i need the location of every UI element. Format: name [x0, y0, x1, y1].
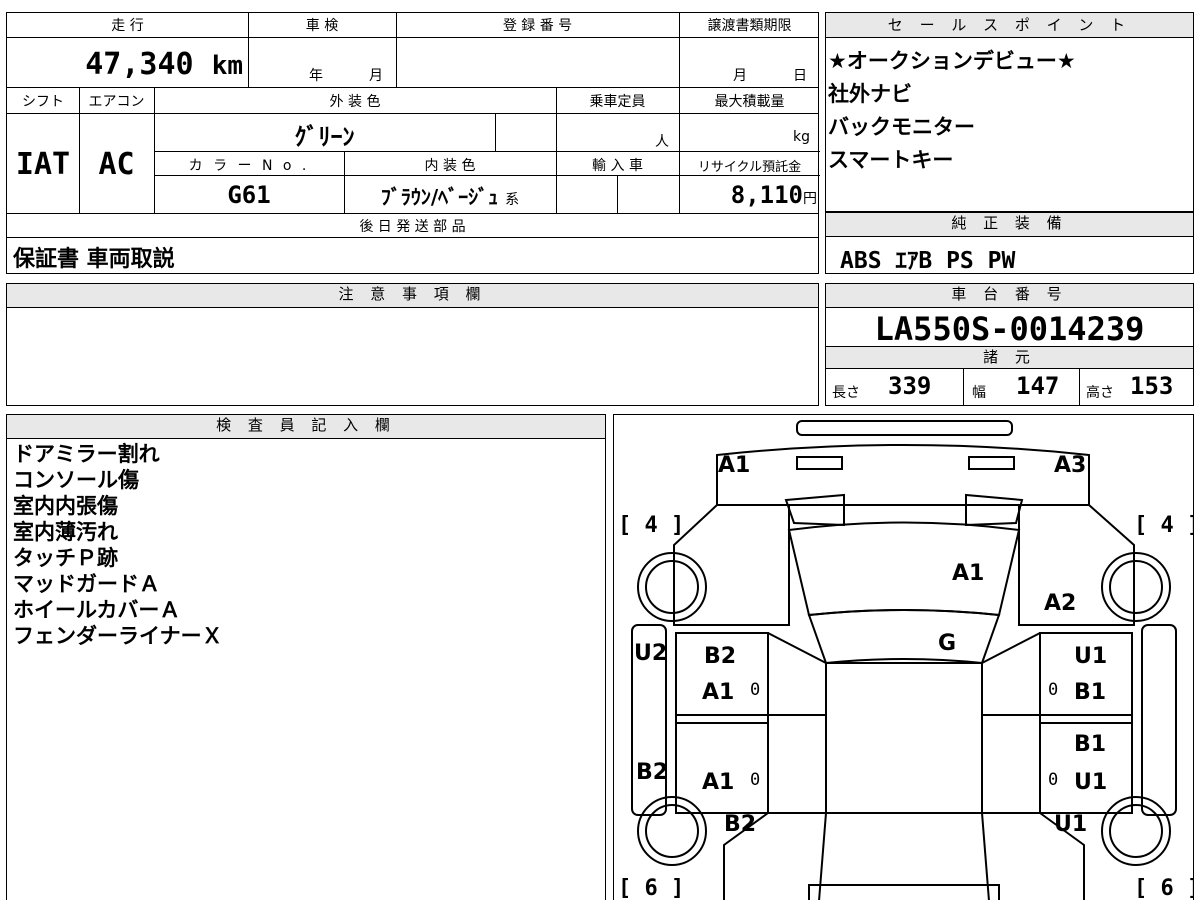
shaken-month: 月: [369, 68, 383, 84]
import-label: 輸 入 車: [592, 158, 643, 174]
recycle-fee-label: リサイクル預託金: [697, 160, 802, 175]
tire-front-right: [ 4 ]: [1134, 513, 1194, 538]
interior-color-label: 内 装 色: [424, 158, 476, 174]
door-mark-left-front: 0: [750, 680, 760, 700]
load-unit: kg: [793, 129, 810, 145]
inspector-header: 検 査 員 記 入 欄: [7, 415, 605, 439]
sales-point-list: ★オークションデビュー★ 社外ナビバックモニター スマートキー: [828, 45, 1076, 177]
color-number-label: カ ラ ー N o .: [188, 158, 310, 174]
height-label: 高さ: [1086, 385, 1114, 401]
sales-point-item: スマートキー: [828, 148, 954, 172]
mark-b1-right-rear-door: B1: [1074, 732, 1106, 757]
mark-a1-front-left: A1: [718, 453, 750, 478]
chassis-number: LA550S-0014239: [874, 310, 1145, 348]
mark-a3-front-right: A3: [1054, 453, 1086, 478]
sales-point-item: 社外ナビ: [828, 82, 912, 106]
mark-a2-fender: A2: [1044, 591, 1076, 616]
inspector-note-item: フェンダーライナーＸ: [13, 624, 223, 648]
mark-a1-left-front-door: A1: [702, 680, 734, 705]
later-parts-label: 後 日 発 送 部 品: [359, 219, 466, 235]
inspector-note-item: 室内薄汚れ: [13, 520, 118, 544]
tire-rear-left: [ 6 ]: [618, 876, 684, 900]
shift-value: IAT: [15, 147, 71, 182]
deadline-day: 日: [793, 68, 807, 84]
mark-u1-right-rear: U1: [1054, 812, 1087, 837]
inspector-note-item: ホイールカバーＡ: [13, 598, 181, 622]
door-mark-right-rear: 0: [1048, 770, 1058, 790]
shift-label: シフト: [22, 94, 64, 110]
inspector-note-item: ドアミラー割れ: [13, 442, 160, 466]
transfer-deadline-label: 譲渡書類期限: [707, 18, 792, 34]
color-number-value: G61: [227, 181, 271, 209]
exterior-color-label: 外 装 色: [329, 94, 381, 110]
width-value: 147: [1016, 372, 1060, 400]
sales-point-header: セ ー ル ス ポ イ ン ト: [826, 13, 1193, 38]
mileage-label: 走 行: [111, 18, 144, 34]
inspector-list: ドアミラー割れ コンソール傷 室内内張傷 室内薄汚れ タッチＰ跡 マッドガードＡ ホイールカ…: [13, 441, 223, 649]
capacity-label: 乗車定員: [589, 94, 646, 110]
length-value: 339: [888, 372, 932, 400]
standard-equipment-box: 純 正 装 備 ABS ｴｱB PS PW: [825, 212, 1194, 274]
mark-b2-left-side: B2: [636, 760, 668, 785]
mileage-value: 47,340 km: [85, 47, 243, 82]
tire-front-left: [ 4 ]: [618, 513, 684, 538]
chassis-box: 車 台 番 号 LA550S-0014239 諸 元 長さ 339 幅 147 …: [825, 283, 1194, 406]
inspector-note-item: 室内内張傷: [13, 494, 118, 518]
standard-equipment-value: ABS ｴｱB PS PW: [840, 248, 1016, 274]
sales-point-item: バックモニター: [828, 115, 975, 139]
car-diagram-box: 0 0 0 0 [ 4 ] [ 4 ] [ 6 ] [ 6 ] A1 A3 A1…: [613, 414, 1194, 900]
inspector-box: 検 査 員 記 入 欄 ドアミラー割れ コンソール傷 室内内張傷 室内薄汚れ タッチＰ跡…: [6, 414, 606, 900]
max-load-label: 最大積載量: [714, 94, 785, 110]
mark-b1-right-front-door: B1: [1074, 680, 1106, 705]
mark-b2-left-front-door: B2: [704, 644, 736, 669]
mark-g-windshield: G: [938, 631, 956, 656]
standard-equipment-header: 純 正 装 備: [826, 213, 1193, 237]
deadline-month: 月: [733, 68, 747, 84]
inspector-note-item: タッチＰ跡: [13, 546, 118, 570]
shaken-label: 車 検: [305, 18, 339, 34]
specs-header: 諸 元: [826, 347, 1193, 369]
car-diagram: 0 0 0 0 [ 4 ] [ 4 ] [ 6 ] [ 6 ] A1 A3 A1…: [618, 420, 1194, 900]
tire-rear-right: [ 6 ]: [1134, 876, 1194, 900]
mark-a1-hood: A1: [952, 561, 984, 586]
inspector-note-item: コンソール傷: [13, 468, 139, 492]
exterior-color-value: ｸﾞﾘｰﾝ: [294, 123, 355, 151]
later-parts-value: 保証書 車両取説: [13, 247, 175, 272]
length-label: 長さ: [832, 385, 860, 401]
mark-a1-left-rear-door: A1: [702, 770, 734, 795]
mark-b2-left-rear: B2: [724, 812, 756, 837]
sales-point-box: セ ー ル ス ポ イ ン ト ★オークションデビュー★ 社外ナビバックモニタース…: [825, 12, 1194, 212]
shaken-year: 年: [309, 68, 323, 84]
aircon-label: エアコン: [88, 94, 145, 110]
aircon-value: AC: [98, 147, 135, 182]
capacity-unit: 人: [655, 134, 669, 150]
height-value: 153: [1130, 372, 1174, 400]
notes-header: 注 意 事 項 欄: [7, 284, 818, 308]
width-label: 幅: [972, 385, 986, 401]
notes-box: 注 意 事 項 欄: [6, 283, 819, 406]
door-mark-right-front: 0: [1048, 680, 1058, 700]
sales-point-item: ★オークションデビュー★: [828, 49, 1076, 73]
mark-u1-right: U1: [1074, 644, 1107, 669]
mark-u2-left: U2: [634, 641, 667, 666]
recycle-fee-value: 8,110円: [730, 181, 817, 209]
chassis-header: 車 台 番 号: [826, 284, 1193, 308]
registration-number-label: 登 録 番 号: [502, 18, 573, 34]
inspector-note-item: マッドガードＡ: [13, 572, 160, 596]
door-mark-left-rear: 0: [750, 770, 760, 790]
interior-color-value: ﾌﾞﾗｳﾝ/ﾍﾞｰｼﾞｭ 系: [380, 185, 520, 209]
vehicle-info-table: 走 行 車 検 登 録 番 号 譲渡書類期限 47,340 km 年 月 月 日…: [6, 12, 820, 274]
mark-u1-right-rear-door: U1: [1074, 770, 1107, 795]
